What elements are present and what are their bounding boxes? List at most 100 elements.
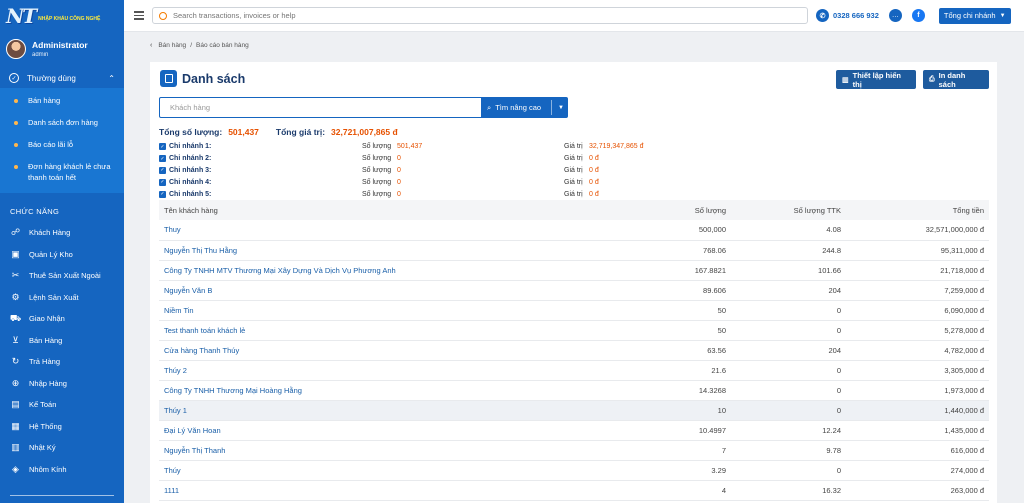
total-value-label: Tổng giá trị: (275, 127, 326, 137)
sidebar-item-truck[interactable]: ⛟ Giao Nhận (0, 308, 124, 330)
branch-value: 0 đ (589, 166, 599, 174)
table-cell: 1,440,000 đ (846, 400, 989, 421)
sidebar-group-frequent[interactable]: ✓ Thường dùng ⌃ (0, 68, 124, 88)
total-value-value: 32,721,007,865 đ (331, 127, 398, 137)
table-row[interactable]: Cửa hàng Thanh Thúy 63.56 204 4,782,000 đ (159, 340, 989, 361)
customer-name-link[interactable]: Thúy 2 (159, 360, 599, 381)
sidebar-item-danh-sach-don-hang[interactable]: Danh sách đơn hàng (0, 112, 124, 134)
table-row[interactable]: Test thanh toán khách lẻ 50 0 5,278,000 đ (159, 320, 989, 341)
checkbox-checked-icon[interactable]: ✓ (159, 166, 166, 174)
table-row[interactable]: Thúy 3.29 0 274,000 đ (159, 460, 989, 481)
table-row[interactable]: 1111 4 16.32 263,000 đ (159, 480, 989, 501)
column-header[interactable]: Tên khách hàng (159, 200, 599, 220)
table-row[interactable]: Nguyễn Thị Thanh 7 9.78 616,000 đ (159, 440, 989, 461)
customer-name-link[interactable]: Đại Lý Văn Hoan (159, 420, 599, 441)
print-list-button[interactable]: ⎙ In danh sách (923, 70, 989, 89)
table-cell: 10 (599, 400, 731, 421)
sidebar-item-bao-cao-lai-lo[interactable]: Báo cáo lãi lỗ (0, 134, 124, 156)
user-name: Administrator (32, 40, 88, 50)
table-row[interactable]: Thúy 1 10 0 1,440,000 đ (159, 400, 989, 421)
hamburger-icon[interactable] (134, 11, 144, 20)
sidebar-item-glass[interactable]: ◈ Nhôm Kính (0, 459, 124, 481)
sidebar-item-accounting[interactable]: ▤ Kế Toán (0, 394, 124, 416)
facebook-icon[interactable]: f (911, 9, 925, 22)
customer-name-link[interactable]: Nguyễn Văn B (159, 280, 599, 301)
branch-selector[interactable]: Tổng chi nhánh ▼ (938, 7, 1011, 24)
table-row[interactable]: Thuy 500,000 4.08 32,571,000,000 đ (159, 220, 989, 241)
table-cell: 89.606 (599, 280, 731, 301)
table-row[interactable]: Niềm Tin 50 0 6,090,000 đ (159, 300, 989, 321)
table-row[interactable]: Đại Lý Văn Hoan 10.4997 12.24 1,435,000 đ (159, 420, 989, 441)
sidebar-item-don-hang-khach-le[interactable]: Đơn hàng khách lẻ chưa thanh toán hết (0, 156, 124, 189)
breadcrumb-item[interactable]: Bán hàng (158, 42, 186, 49)
sidebar-item-label: Thuê Sản Xuất Ngoài (29, 271, 101, 281)
chat-icon[interactable]: … (888, 9, 902, 22)
bullet-icon (14, 143, 18, 147)
checkbox-checked-icon[interactable]: ✓ (159, 178, 166, 186)
column-header[interactable]: Số lượng TTK (731, 200, 846, 220)
bullet-icon (14, 99, 18, 103)
sidebar-item-cart[interactable]: ⊻ Bán Hàng (0, 330, 124, 352)
table-cell: 616,000 đ (846, 440, 989, 461)
branch-name: Chi nhánh 3: (169, 166, 212, 174)
sidebar-item-tools[interactable]: ✂ Thuê Sản Xuất Ngoài (0, 265, 124, 287)
sidebar-item-system[interactable]: ▦ Hệ Thống (0, 416, 124, 438)
customer-name-link[interactable]: Thúy (159, 460, 599, 481)
qty-label: Số lượng (362, 178, 392, 186)
column-header[interactable]: Tổng tiền (846, 200, 989, 220)
table-row[interactable]: Nguyễn Thị Thu Hằng 768.06 244.8 95,311,000… (159, 240, 989, 261)
customer-input[interactable]: Khách hàng (159, 97, 482, 118)
advanced-search-button[interactable]: ⌕ Tìm nâng cao ▼ (482, 97, 568, 118)
customer-name-link[interactable]: Cửa hàng Thanh Thúy (159, 340, 599, 361)
customer-name-link[interactable]: Thuy (159, 220, 599, 241)
customer-name-link[interactable]: Công Ty TNHH MTV Thương Mại Xây Dựng Và … (159, 260, 599, 281)
branch-name: Chi nhánh 1: (169, 143, 212, 151)
sidebar-item-return[interactable]: ↻ Trả Hàng (0, 351, 124, 373)
table-cell: 0 (731, 360, 846, 381)
logo[interactable]: NT NHẬP KHẨU CÔNG NGHỆ (0, 0, 124, 32)
phone-number: 0328 666 932 (833, 11, 879, 20)
table-cell: 244.8 (731, 240, 846, 261)
truck-icon: ⛟ (9, 312, 22, 323)
sidebar-item-log[interactable]: ▥ Nhật Ký (0, 437, 124, 459)
search-box[interactable] (152, 7, 808, 24)
chevron-up-icon[interactable]: ⌃ (108, 74, 115, 83)
sidebar-item-label: Đơn hàng khách lẻ chưa thanh toán hết (28, 162, 111, 182)
customer-name-link[interactable]: Nguyễn Thị Thanh (159, 440, 599, 461)
customer-name-link[interactable]: Niềm Tin (159, 300, 599, 321)
checkbox-checked-icon[interactable]: ✓ (159, 155, 166, 163)
sidebar-item-label: Lệnh Sản Xuất (29, 292, 79, 302)
checkbox-checked-icon[interactable]: ✓ (159, 190, 166, 198)
branch-name: Chi nhánh 4: (169, 178, 212, 186)
checkbox-checked-icon[interactable]: ✓ (159, 143, 166, 151)
sidebar-item-ban-hang[interactable]: Bán hàng (0, 90, 124, 112)
search-input[interactable] (173, 11, 773, 20)
chevron-down-icon[interactable]: ▼ (558, 105, 564, 111)
customer-name-link[interactable]: Công Ty TNHH Thương Mại Hoàng Hằng (159, 380, 599, 401)
table-cell: 10.4997 (599, 420, 731, 441)
chevron-left-icon[interactable]: ‹ (150, 42, 152, 49)
sidebar-item-label: Báo cáo lãi lỗ (28, 140, 74, 149)
sidebar-item-import[interactable]: ⊕ Nhập Hàng (0, 373, 124, 395)
customer-name-link[interactable]: Test thanh toán khách lẻ (159, 320, 599, 341)
table-cell: 1,435,000 đ (846, 420, 989, 441)
column-header[interactable]: Số lượng (599, 200, 731, 220)
sidebar-item-warehouse[interactable]: ▣ Quản Lý Kho (0, 244, 124, 266)
customer-name-link[interactable]: 1111 (159, 480, 599, 501)
table-row[interactable]: Công Ty TNHH MTV Thương Mại Xây Dựng Và … (159, 260, 989, 281)
customer-name-link[interactable]: Thúy 1 (159, 400, 599, 421)
table-cell: 3.29 (599, 460, 731, 481)
sidebar-item-production[interactable]: ⚙ Lệnh Sản Xuất (0, 287, 124, 309)
table-row[interactable]: Thúy 2 21.6 0 3,305,000 đ (159, 360, 989, 381)
display-settings-button[interactable]: ▥ Thiết lập hiển thị (836, 70, 916, 89)
phone-contact[interactable]: ✆ 0328 666 932 (816, 9, 879, 22)
chevron-down-icon: ▼ (999, 12, 1006, 19)
customer-name-link[interactable]: Nguyễn Thị Thu Hằng (159, 240, 599, 261)
table-cell: 16.32 (731, 480, 846, 501)
table-row[interactable]: Công Ty TNHH Thương Mại Hoàng Hằng 14.326… (159, 380, 989, 401)
sidebar-item-customers[interactable]: ☍ Khách Hàng (0, 222, 124, 244)
total-qty-value: 501,437 (228, 127, 259, 137)
table-row[interactable]: Nguyễn Văn B 89.606 204 7,259,000 đ (159, 280, 989, 301)
logo-mark: NT (6, 4, 37, 28)
user-profile[interactable]: Administrator admin (0, 32, 124, 66)
